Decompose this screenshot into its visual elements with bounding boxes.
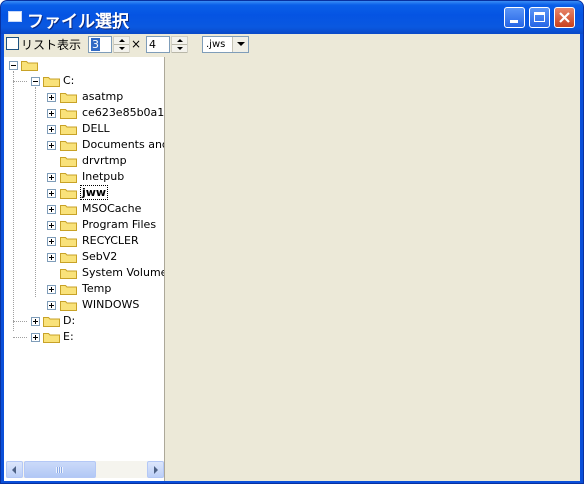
maximize-button[interactable] (529, 7, 550, 28)
plus-box-icon[interactable] (47, 221, 56, 230)
horizontal-scrollbar[interactable] (6, 461, 164, 478)
spin-down-icon[interactable] (114, 45, 129, 53)
tree-label: WINDOWS (82, 298, 140, 311)
folder-icon (43, 317, 60, 327)
window-icon (8, 11, 22, 22)
tree-label: MSOCache (82, 202, 142, 215)
folder-icon (60, 125, 77, 135)
window-title: ファイル選択 (27, 12, 129, 32)
plus-box-icon[interactable] (47, 285, 56, 294)
app-window: ファイル選択 リスト表示 3 × 4 .jws C: asatmp ce623e… (0, 0, 584, 484)
tree-label: Temp (82, 282, 112, 295)
folder-icon (60, 109, 77, 119)
columns-spinner[interactable] (113, 36, 130, 53)
client-area: リスト表示 3 × 4 .jws C: asatmp ce623e85b0a1e… (4, 34, 580, 481)
tree-label: jww (79, 185, 109, 200)
plus-box-icon[interactable] (31, 333, 40, 342)
spin-up-icon[interactable] (172, 37, 187, 45)
minimize-icon (510, 20, 518, 23)
tree-label: System Volume (82, 266, 165, 279)
tree-label: drvrtmp (82, 154, 127, 167)
folder-icon (43, 333, 60, 343)
scroll-right-icon[interactable] (147, 461, 164, 478)
folder-icon (60, 189, 77, 199)
tree-guide (35, 87, 36, 297)
tree-label: C: (63, 74, 75, 87)
tree-label: E: (63, 330, 74, 343)
folder-icon (60, 301, 77, 311)
minus-box-icon[interactable] (31, 77, 40, 86)
tree-label: Program Files (82, 218, 157, 231)
folder-icon (21, 61, 38, 71)
tree-label: SebV2 (82, 250, 118, 263)
list-view-checkbox[interactable] (6, 37, 19, 50)
plus-box-icon[interactable] (47, 237, 56, 246)
plus-box-icon[interactable] (47, 301, 56, 310)
folder-icon (60, 93, 77, 103)
tree-label: DELL (82, 122, 110, 135)
rows-spinner[interactable] (171, 36, 188, 53)
title-bar[interactable]: ファイル選択 (1, 1, 583, 34)
plus-box-icon[interactable] (31, 317, 40, 326)
maximize-icon (534, 12, 545, 22)
plus-box-icon[interactable] (47, 173, 56, 182)
tree-label: asatmp (82, 90, 124, 103)
plus-box-icon[interactable] (47, 141, 56, 150)
tree-label: Inetpub (82, 170, 125, 183)
folder-icon (60, 157, 77, 167)
columns-input[interactable]: 3 (88, 36, 112, 53)
tree-label: D: (63, 314, 76, 327)
folder-icon (43, 77, 60, 87)
times-sign: × (131, 37, 142, 51)
chevron-down-icon[interactable] (232, 37, 248, 52)
tree-label: Documents and (82, 138, 165, 151)
rows-value: 4 (149, 38, 156, 51)
preview-area (166, 57, 580, 481)
folder-tree[interactable]: C: asatmp ce623e85b0a1e DELL Documents a… (4, 57, 165, 481)
spin-down-icon[interactable] (172, 45, 187, 53)
scrollbar-thumb[interactable] (24, 461, 96, 478)
plus-box-icon[interactable] (47, 205, 56, 214)
spin-up-icon[interactable] (114, 37, 129, 45)
folder-icon (60, 141, 77, 151)
minus-box-icon[interactable] (9, 61, 18, 70)
tree-guide (13, 71, 14, 331)
columns-value: 3 (91, 38, 100, 51)
close-button[interactable] (554, 7, 575, 28)
folder-icon (60, 285, 77, 295)
folder-icon (60, 253, 77, 263)
tree-guide (13, 321, 27, 322)
tree-guide (13, 337, 27, 338)
rows-input[interactable]: 4 (146, 36, 170, 53)
plus-box-icon[interactable] (47, 93, 56, 102)
plus-box-icon[interactable] (47, 189, 56, 198)
close-icon (559, 12, 570, 23)
plus-box-icon[interactable] (47, 109, 56, 118)
folder-icon (60, 221, 77, 231)
tree-label: RECYCLER (82, 234, 139, 247)
plus-box-icon[interactable] (47, 253, 56, 262)
list-view-label: リスト表示 (21, 38, 82, 52)
folder-icon (60, 205, 77, 215)
tree-guide (13, 81, 27, 82)
folder-icon (60, 237, 77, 247)
tree-label: ce623e85b0a1e (82, 106, 165, 119)
minimize-button[interactable] (504, 7, 525, 28)
scroll-left-icon[interactable] (6, 461, 23, 478)
plus-box-icon[interactable] (47, 125, 56, 134)
extension-value: .jws (206, 39, 226, 50)
folder-icon (60, 269, 77, 279)
extension-select[interactable]: .jws (202, 36, 249, 53)
folder-icon (60, 173, 77, 183)
